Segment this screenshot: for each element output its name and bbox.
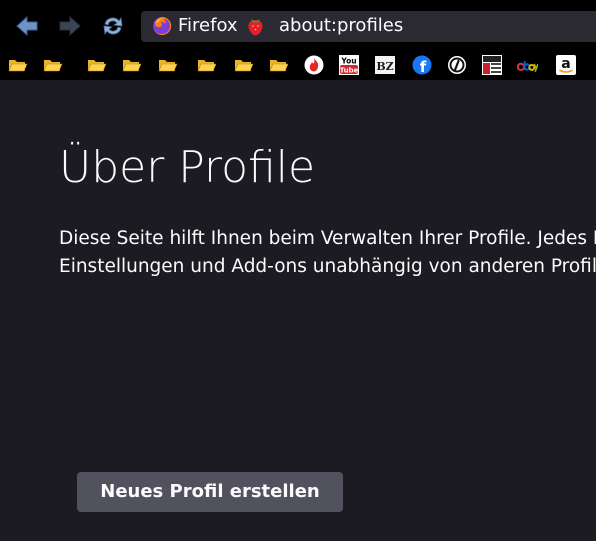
- forward-button[interactable]: [55, 11, 85, 41]
- bookmark-news-site[interactable]: [481, 54, 502, 75]
- create-profile-button[interactable]: Neues Profil erstellen: [77, 472, 343, 512]
- bookmark-youtube[interactable]: You Tube: [338, 54, 359, 75]
- page-content: Über Profile Diese Seite hilft Ihnen bei…: [0, 80, 596, 541]
- folder-icon: [234, 59, 253, 71]
- folder-icon: [43, 59, 62, 71]
- bookmark-folder-2[interactable]: [42, 54, 63, 75]
- bookmark-folder-8[interactable]: [268, 54, 289, 75]
- svg-text:You: You: [340, 56, 356, 65]
- folder-icon: [122, 59, 141, 71]
- svg-text:Tube: Tube: [339, 66, 358, 74]
- identity-label: Firefox: [178, 15, 238, 36]
- firefox-icon: [153, 16, 172, 35]
- folder-icon: [269, 59, 288, 71]
- bookmarks-toolbar: You Tube BZ f a: [0, 49, 596, 80]
- bookmark-flame-site[interactable]: [303, 54, 324, 75]
- folder-icon: [8, 59, 27, 71]
- bookmark-at-site[interactable]: [446, 54, 467, 75]
- at-icon: [447, 55, 466, 74]
- url-text[interactable]: about:profiles: [279, 15, 403, 37]
- amazon-icon: a: [555, 54, 576, 75]
- bookmark-amazon[interactable]: a: [555, 54, 576, 75]
- folder-icon: [197, 59, 216, 71]
- ebay-icon: [517, 60, 538, 72]
- bookmark-folder-1[interactable]: [7, 54, 28, 75]
- svg-text:BZ: BZ: [376, 60, 393, 73]
- browser-toolbar: Firefox about:profiles: [0, 0, 596, 49]
- bz-icon: BZ: [374, 55, 395, 74]
- svg-text:f: f: [419, 58, 426, 75]
- bookmark-ebay[interactable]: [517, 54, 538, 75]
- bookmark-folder-5[interactable]: [157, 54, 178, 75]
- newspaper-icon: [481, 54, 502, 75]
- page-description: Diese Seite hilft Ihnen beim Verwalten I…: [59, 225, 596, 281]
- svg-text:a: a: [561, 56, 570, 72]
- reload-icon: [103, 16, 123, 36]
- description-line-2: Einstellungen und Add-ons unabhängig von…: [59, 256, 596, 277]
- folder-icon: [158, 59, 177, 71]
- bookmark-folder-6[interactable]: [196, 54, 217, 75]
- bookmark-folder-3[interactable]: [86, 54, 107, 75]
- reload-button[interactable]: [98, 11, 128, 41]
- forward-arrow-icon: [59, 15, 81, 37]
- strawberry-icon[interactable]: [245, 16, 266, 37]
- bookmark-folder-7[interactable]: [233, 54, 254, 75]
- bookmark-bz[interactable]: BZ: [374, 54, 395, 75]
- back-button[interactable]: [12, 11, 42, 41]
- bookmark-folder-4[interactable]: [121, 54, 142, 75]
- flame-icon: [304, 55, 323, 74]
- facebook-icon: f: [412, 55, 431, 75]
- url-bar[interactable]: Firefox about:profiles: [141, 11, 596, 42]
- youtube-icon: You Tube: [338, 54, 359, 75]
- bookmark-facebook[interactable]: f: [411, 54, 432, 75]
- back-arrow-icon: [16, 15, 38, 37]
- page-title: Über Profile: [59, 142, 316, 193]
- description-line-1: Diese Seite hilft Ihnen beim Verwalten I…: [59, 228, 596, 249]
- folder-icon: [87, 59, 106, 71]
